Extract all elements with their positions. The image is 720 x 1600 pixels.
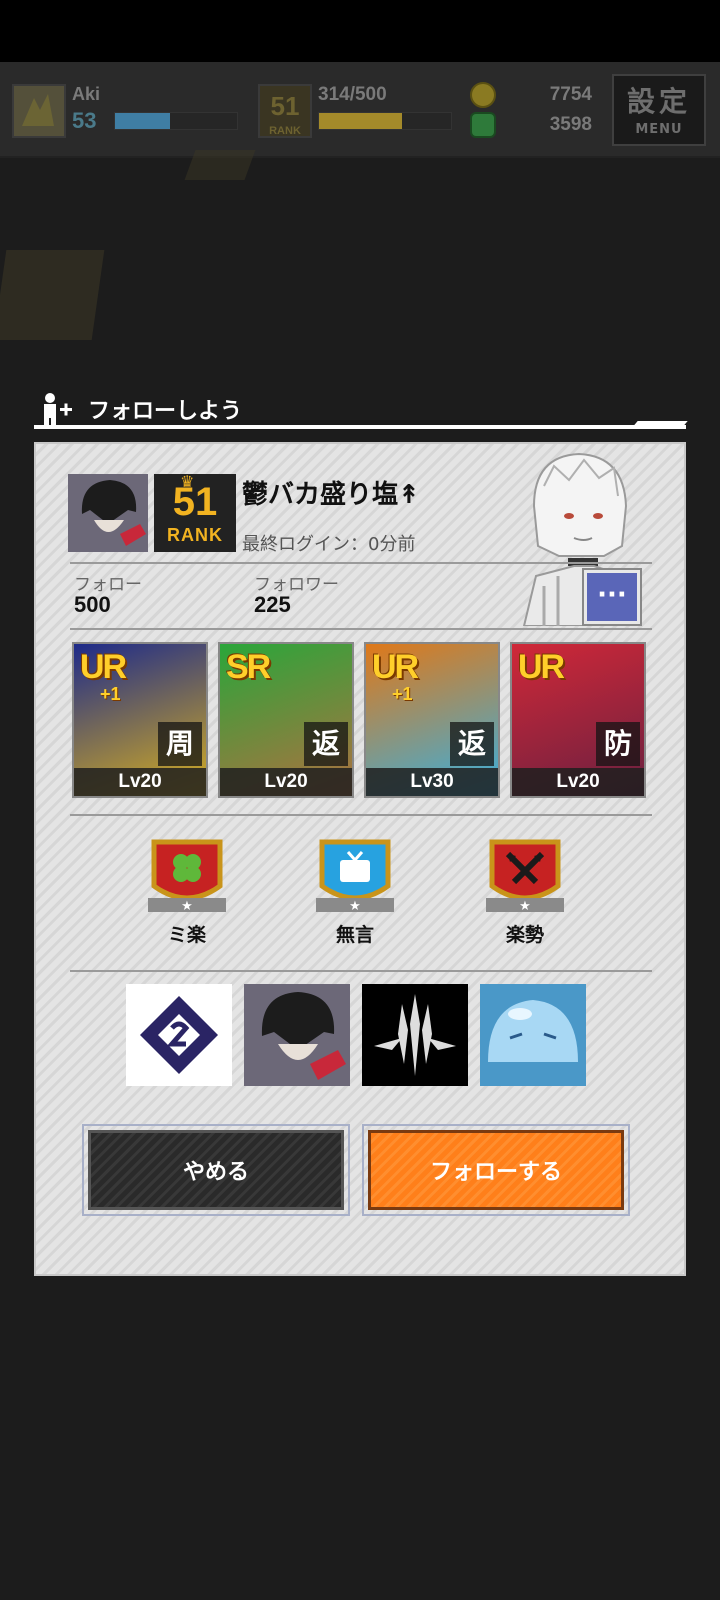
- favorite-slot[interactable]: [126, 984, 232, 1086]
- badge-label: 楽勢: [505, 924, 544, 946]
- dialog-title: フォローしよう: [38, 392, 242, 426]
- title-underline: [34, 425, 686, 429]
- card-level: Lv30: [366, 768, 498, 796]
- player-level: 53: [72, 108, 97, 133]
- rank-label: RANK: [269, 125, 301, 137]
- card-plus: +1: [100, 684, 121, 704]
- menu-label-jp: 設定: [626, 85, 691, 118]
- rank-number: 51: [270, 91, 300, 121]
- card-rarity: UR: [80, 648, 127, 686]
- follow-count: 500: [74, 592, 111, 617]
- background-decoration: [0, 250, 105, 340]
- svg-text:★: ★: [519, 899, 531, 914]
- card-rarity: SR: [226, 648, 271, 686]
- card-level: Lv20: [512, 768, 644, 796]
- badge-label: 無言: [335, 924, 374, 946]
- crossed-swords-icon: ★: [486, 839, 564, 914]
- card-level: Lv20: [220, 768, 352, 796]
- divider: [70, 970, 652, 972]
- last-login: 最終ログイン：0分前: [242, 534, 416, 555]
- profile-avatar[interactable]: [68, 474, 148, 552]
- rank-badge: 51 RANK: [258, 84, 312, 138]
- divider: [70, 562, 652, 564]
- card-level: Lv20: [74, 768, 206, 796]
- menu-button[interactable]: 設定 MENU: [612, 74, 706, 146]
- coin-icon: [470, 82, 496, 108]
- character-avatar-icon: [261, 992, 346, 1080]
- card-plus: +1: [392, 684, 413, 704]
- divider: [70, 628, 652, 630]
- svg-text:★: ★: [349, 899, 361, 914]
- status-bar: [0, 0, 720, 62]
- stamina-bar: [318, 112, 452, 130]
- player-name: Aki: [72, 84, 101, 104]
- profile-rank-label: RANK: [167, 525, 223, 545]
- background-decoration: [184, 150, 256, 180]
- deck-card[interactable]: UR +1 返 Lv30: [364, 642, 500, 798]
- follow-button[interactable]: フォローする: [362, 1124, 630, 1216]
- coin-count: 7754: [549, 84, 592, 105]
- add-friend-icon: [44, 393, 72, 426]
- title-underline-accent: [634, 421, 688, 425]
- diamond-logo-icon: [140, 996, 218, 1074]
- card-rarity: UR: [372, 648, 419, 686]
- badge-label: ミ楽: [167, 924, 206, 946]
- level-progress-bar: [114, 112, 238, 130]
- deck-cards: UR +1 周 Lv20 SR 返 Lv20 UR +1 返 Lv30 UR 防…: [72, 642, 652, 798]
- profile-rank-number: 51: [172, 480, 218, 524]
- follow-button-label: フォローする: [368, 1130, 624, 1210]
- divider: [70, 814, 652, 816]
- cancel-button-label: やめる: [88, 1130, 344, 1210]
- guild-badge[interactable]: ★ 無言: [310, 836, 400, 947]
- cancel-button[interactable]: やめる: [82, 1124, 350, 1216]
- gem-icon: [470, 112, 496, 138]
- profile-rank-badge: ♛ 51 RANK: [154, 474, 236, 552]
- more-options-button[interactable]: ···: [584, 570, 640, 624]
- favorite-slot[interactable]: [480, 984, 586, 1086]
- deck-card[interactable]: UR 防 Lv20: [510, 642, 646, 798]
- guild-badge[interactable]: ★ ミ楽: [142, 836, 232, 947]
- player-avatar[interactable]: [12, 84, 66, 138]
- card-type: 返: [450, 722, 494, 766]
- favorite-slot[interactable]: [244, 984, 350, 1086]
- menu-label-en: MENU: [635, 122, 683, 137]
- svg-text:★: ★: [181, 899, 193, 914]
- stamina-text: 314/500: [318, 84, 387, 105]
- profile-name: 鬱バカ盛り塩↟: [242, 480, 420, 510]
- clover-icon: ★: [148, 839, 226, 914]
- deck-card[interactable]: SR 返 Lv20: [218, 642, 354, 798]
- card-type: 返: [304, 722, 348, 766]
- top-status-bar: Aki 53 51 RANK 314/500 7754 3598 設定 MENU: [0, 62, 720, 158]
- ellipsis-icon: ···: [597, 580, 627, 610]
- card-rarity: UR: [518, 648, 565, 686]
- guild-badge[interactable]: ★ 楽勢: [480, 836, 570, 947]
- favorite-slot[interactable]: [362, 984, 468, 1086]
- card-type: 防: [596, 722, 640, 766]
- dialog-title-text: フォローしよう: [88, 399, 243, 424]
- gem-count: 3598: [549, 114, 592, 135]
- follower-count: 225: [254, 592, 291, 617]
- tv-icon: ★: [316, 839, 394, 914]
- crown-icon: ♛: [180, 474, 195, 491]
- follow-dialog-panel: ♛ 51 RANK 鬱バカ盛り塩↟ 最終ログイン：0分前 フォロー 500 フォ…: [34, 442, 686, 1276]
- card-type: 周: [158, 722, 202, 766]
- slime-icon: [488, 1000, 578, 1062]
- emblem-icon: [374, 994, 456, 1076]
- deck-card[interactable]: UR +1 周 Lv20: [72, 642, 208, 798]
